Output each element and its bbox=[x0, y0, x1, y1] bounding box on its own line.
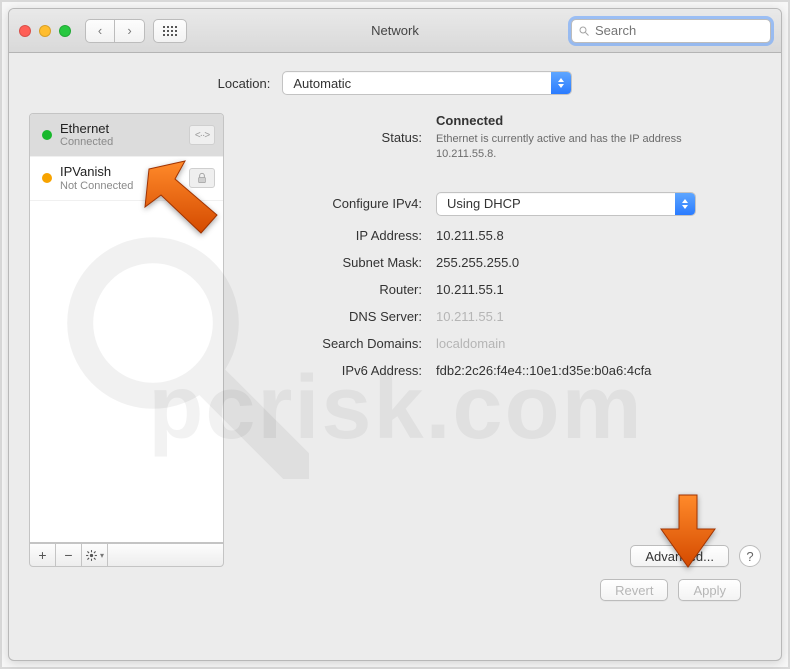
back-button[interactable]: ‹ bbox=[85, 19, 115, 43]
field-label: IP Address: bbox=[242, 228, 422, 243]
apply-button[interactable]: Apply bbox=[678, 579, 741, 601]
ipv6-address-value: fdb2:2c26:f4e4::10e1:d35e:b0a6:4cfa bbox=[436, 363, 761, 378]
subnet-mask-value: 255.255.255.0 bbox=[436, 255, 761, 270]
sidebar-footer: + − ▾ bbox=[29, 543, 224, 567]
service-actions-menu[interactable]: ▾ bbox=[82, 544, 108, 566]
add-service-button[interactable]: + bbox=[30, 544, 56, 566]
grid-icon bbox=[163, 26, 177, 36]
status-description: Ethernet is currently active and has the… bbox=[436, 132, 716, 162]
show-all-prefs-button[interactable] bbox=[153, 19, 187, 43]
status-dot-icon bbox=[42, 173, 52, 183]
field-label: Router: bbox=[242, 282, 422, 297]
window-controls bbox=[19, 25, 71, 37]
forward-button[interactable]: › bbox=[115, 19, 145, 43]
location-row: Location: Automatic bbox=[29, 71, 761, 95]
vpn-lock-icon bbox=[189, 168, 215, 188]
revert-button[interactable]: Revert bbox=[600, 579, 668, 601]
ip-address-value: 10.211.55.8 bbox=[436, 228, 761, 243]
help-button[interactable]: ? bbox=[739, 545, 761, 567]
router-value: 10.211.55.1 bbox=[436, 282, 761, 297]
close-icon[interactable] bbox=[19, 25, 31, 37]
gear-icon bbox=[85, 549, 98, 562]
details-pane: Status: Connected Ethernet is currently … bbox=[242, 113, 761, 567]
status-label: Status: bbox=[242, 130, 422, 145]
sidebar-item-ethernet[interactable]: Ethernet Connected <··> bbox=[30, 114, 223, 157]
chevron-down-icon: ▾ bbox=[100, 551, 104, 560]
configure-ipv4-label: Configure IPv4: bbox=[242, 196, 422, 211]
minimize-icon[interactable] bbox=[39, 25, 51, 37]
search-domains-value: localdomain bbox=[436, 336, 761, 351]
zoom-icon[interactable] bbox=[59, 25, 71, 37]
ethernet-icon: <··> bbox=[189, 125, 215, 145]
dns-server-value: 10.211.55.1 bbox=[436, 309, 761, 324]
location-label: Location: bbox=[218, 76, 271, 91]
search-input[interactable] bbox=[595, 23, 764, 38]
field-label: Subnet Mask: bbox=[242, 255, 422, 270]
status-dot-icon bbox=[42, 130, 52, 140]
status-value: Connected bbox=[436, 113, 761, 128]
service-state: Not Connected bbox=[60, 180, 133, 193]
service-list[interactable]: Ethernet Connected <··> IPVanish Not Con… bbox=[29, 113, 224, 543]
configure-ipv4-select-input[interactable]: Using DHCP bbox=[436, 192, 696, 216]
location-select-input[interactable]: Automatic bbox=[282, 71, 572, 95]
sidebar-item-ipvanish[interactable]: IPVanish Not Connected bbox=[30, 157, 223, 200]
field-label: DNS Server: bbox=[242, 309, 422, 324]
remove-service-button[interactable]: − bbox=[56, 544, 82, 566]
titlebar: ‹ › Network bbox=[9, 9, 781, 53]
search-field[interactable] bbox=[571, 19, 771, 43]
field-label: IPv6 Address: bbox=[242, 363, 422, 378]
advanced-button[interactable]: Advanced... bbox=[630, 545, 729, 567]
field-label: Search Domains: bbox=[242, 336, 422, 351]
network-prefs-window: ‹ › Network Location: bbox=[8, 8, 782, 661]
location-select[interactable]: Automatic bbox=[282, 71, 572, 95]
configure-ipv4-select[interactable]: Using DHCP bbox=[436, 192, 696, 216]
service-name: IPVanish bbox=[60, 164, 133, 179]
search-icon bbox=[578, 25, 590, 37]
service-state: Connected bbox=[60, 136, 113, 149]
service-name: Ethernet bbox=[60, 121, 113, 136]
